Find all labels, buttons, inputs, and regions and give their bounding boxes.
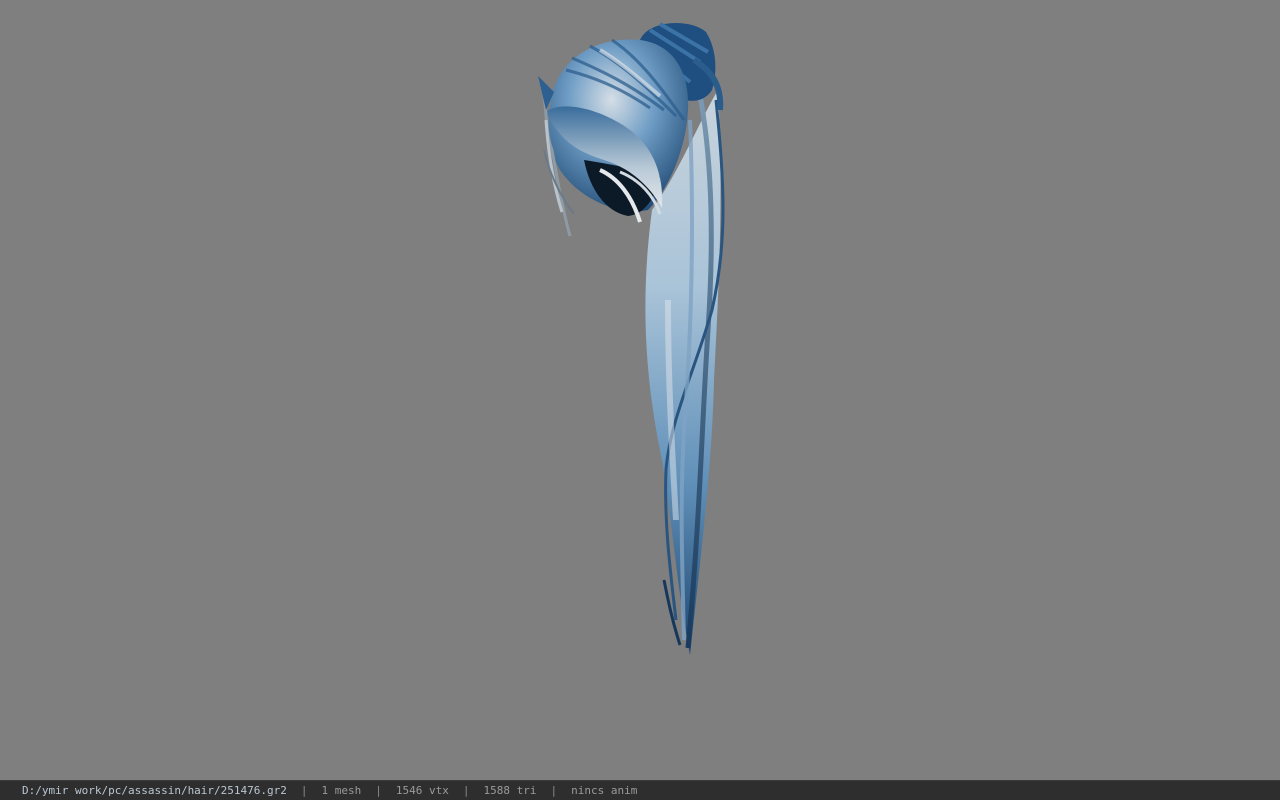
file-path: D:/ymir work/pc/assassin/hair/251476.gr2 bbox=[22, 784, 287, 797]
status-bar: D:/ymir work/pc/assassin/hair/251476.gr2… bbox=[0, 780, 1280, 800]
status-separator: | bbox=[375, 784, 382, 797]
status-separator: | bbox=[300, 784, 308, 797]
mesh-count: 1 mesh bbox=[321, 784, 362, 797]
vertex-count: 1546 vtx bbox=[395, 784, 449, 797]
animation-status: nincs anim bbox=[571, 784, 638, 797]
hair-model bbox=[538, 22, 725, 655]
status-separator: | bbox=[462, 784, 470, 797]
3d-viewport[interactable] bbox=[0, 0, 1280, 780]
triangle-count: 1588 tri bbox=[483, 784, 537, 797]
status-separator: | bbox=[550, 784, 558, 797]
